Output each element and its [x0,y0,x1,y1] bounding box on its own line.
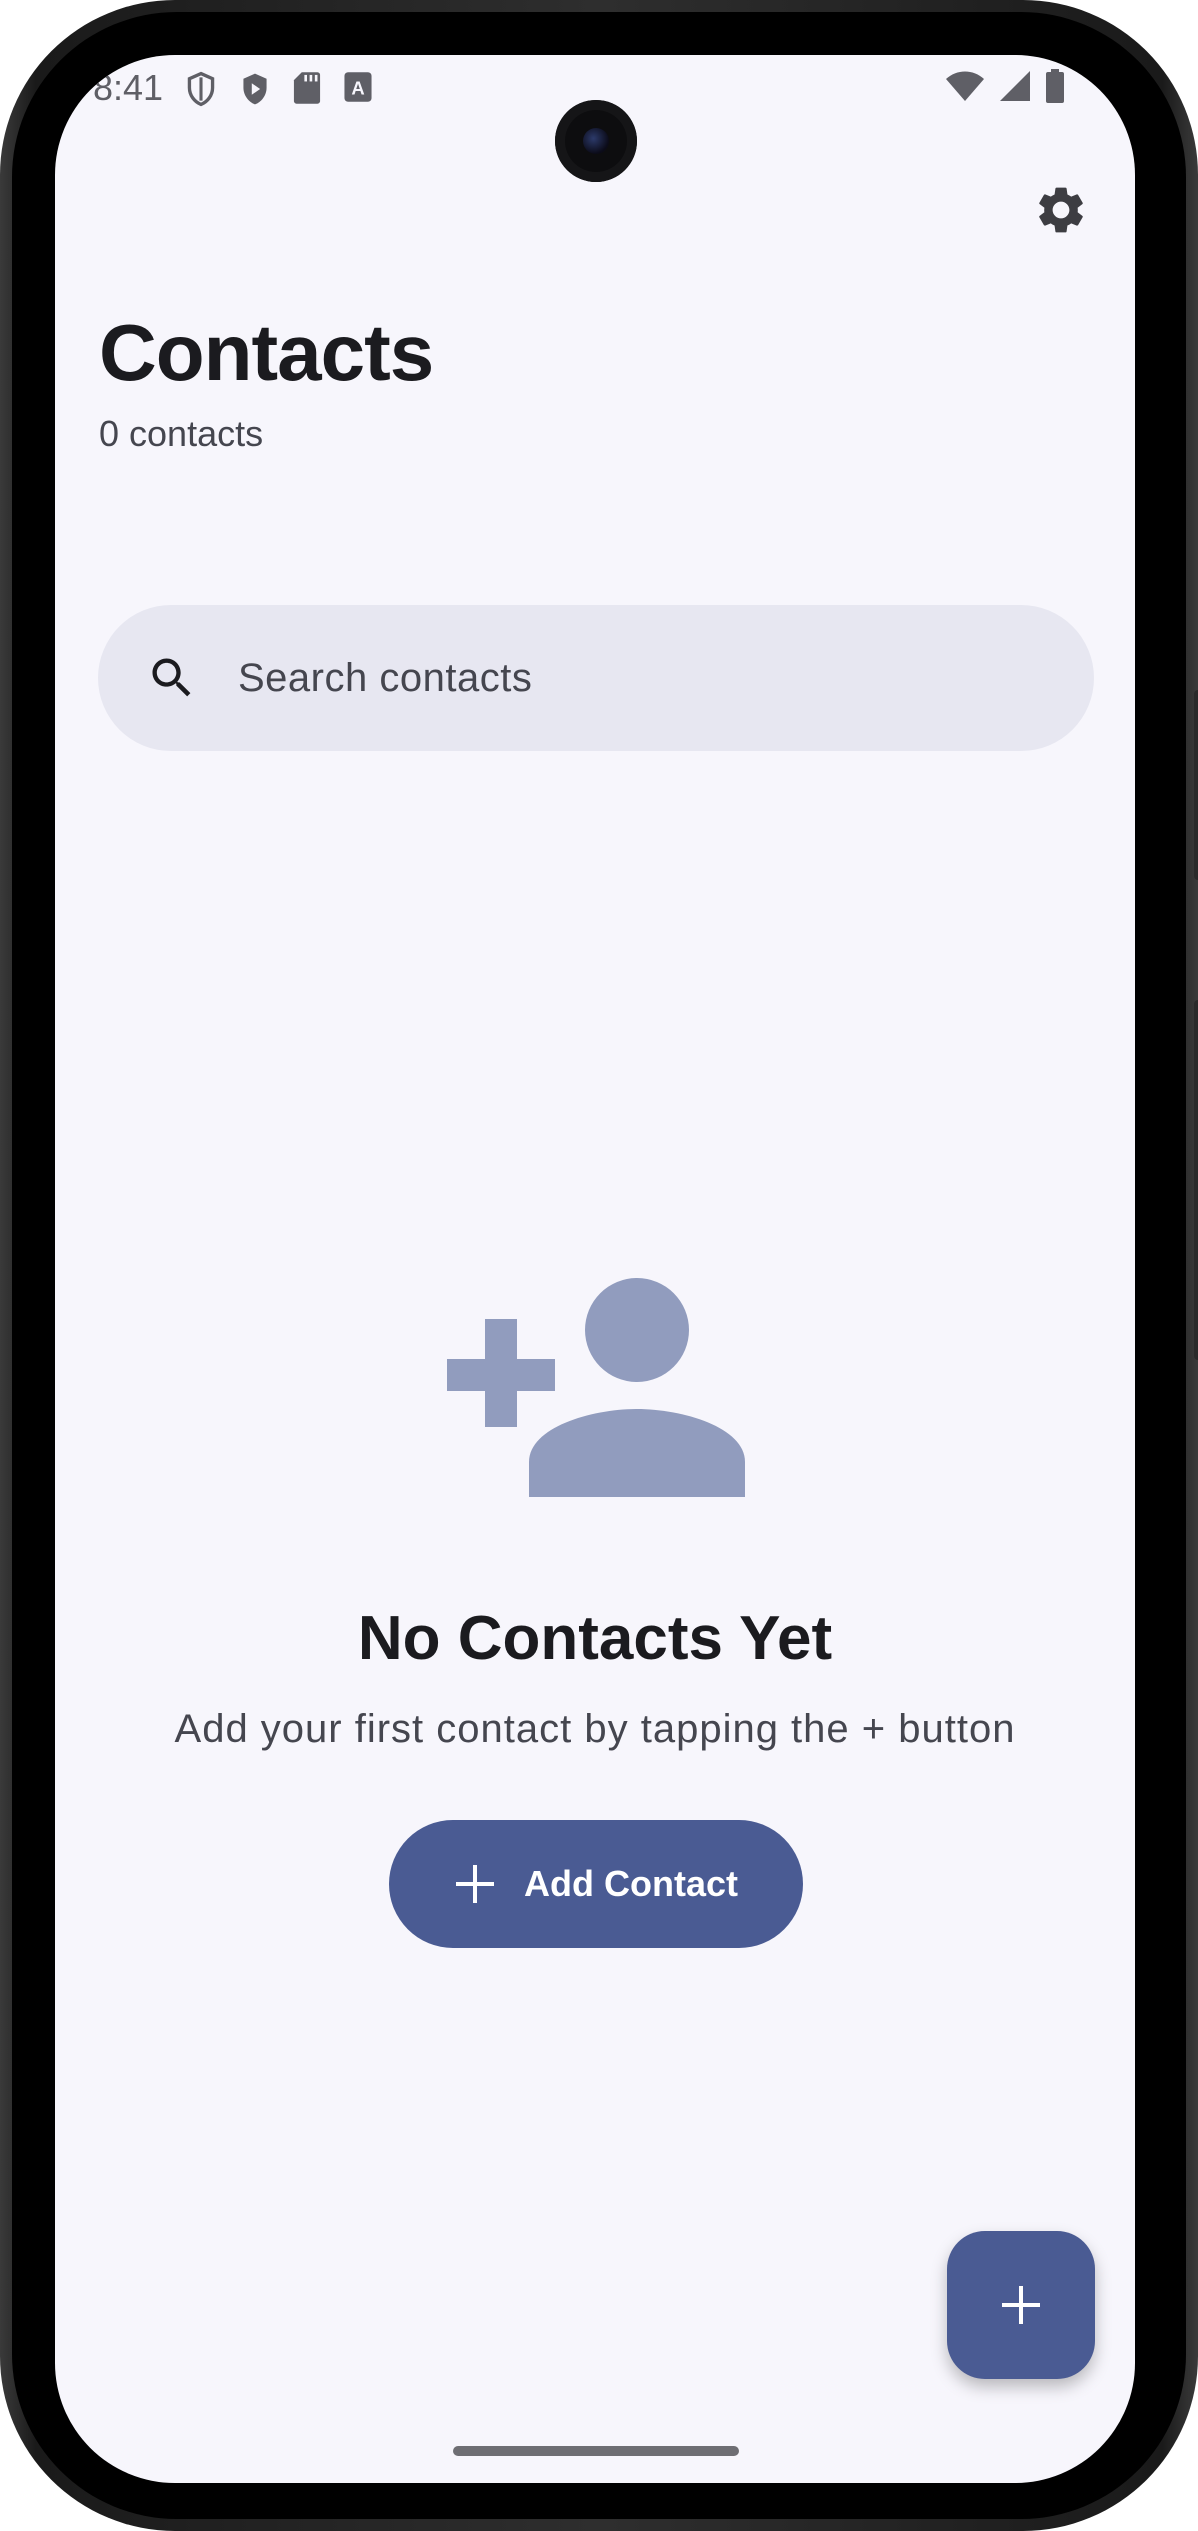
empty-state-description: Add your first contact by tapping the + … [174,1707,1016,1751]
app-screen: 8:41 A Contacts 0 contacts Search contac… [55,55,1135,2483]
sd-card-icon [293,72,321,104]
search-input[interactable] [236,654,1040,702]
person-add-icon [447,1278,745,1497]
front-camera [555,100,637,182]
settings-button[interactable] [1026,175,1096,245]
gear-icon [1039,187,1083,233]
volume-button [1194,690,1198,880]
status-time: 8:41 [93,67,164,108]
add-contact-button[interactable]: Add Contact [389,1820,803,1948]
page-title: Contacts [99,308,434,397]
battery-icon [1046,69,1064,103]
svg-text:A: A [351,77,364,98]
cell-signal-icon [1000,71,1030,101]
plus-icon [456,1865,494,1903]
power-button [1194,1000,1198,1360]
empty-state-illustration [447,1277,747,1497]
add-contact-label: Add Contact [524,1863,738,1904]
phone-frame: 8:41 A Contacts 0 contacts Search contac… [0,0,1198,2531]
notification-icons: A [185,71,373,107]
shield-outline-icon [187,71,215,107]
plus-icon [1002,2286,1040,2324]
shield-play-icon [243,73,267,105]
contact-count: 0 contacts [99,413,264,454]
add-contact-fab[interactable] [947,2231,1095,2379]
wifi-icon [946,71,984,101]
search-bar[interactable] [98,605,1094,751]
a-box-icon: A [344,72,372,102]
search-icon [146,650,202,706]
home-indicator[interactable] [453,2446,739,2456]
system-icons [945,69,1065,103]
empty-state-title: No Contacts Yet [357,1604,833,1673]
